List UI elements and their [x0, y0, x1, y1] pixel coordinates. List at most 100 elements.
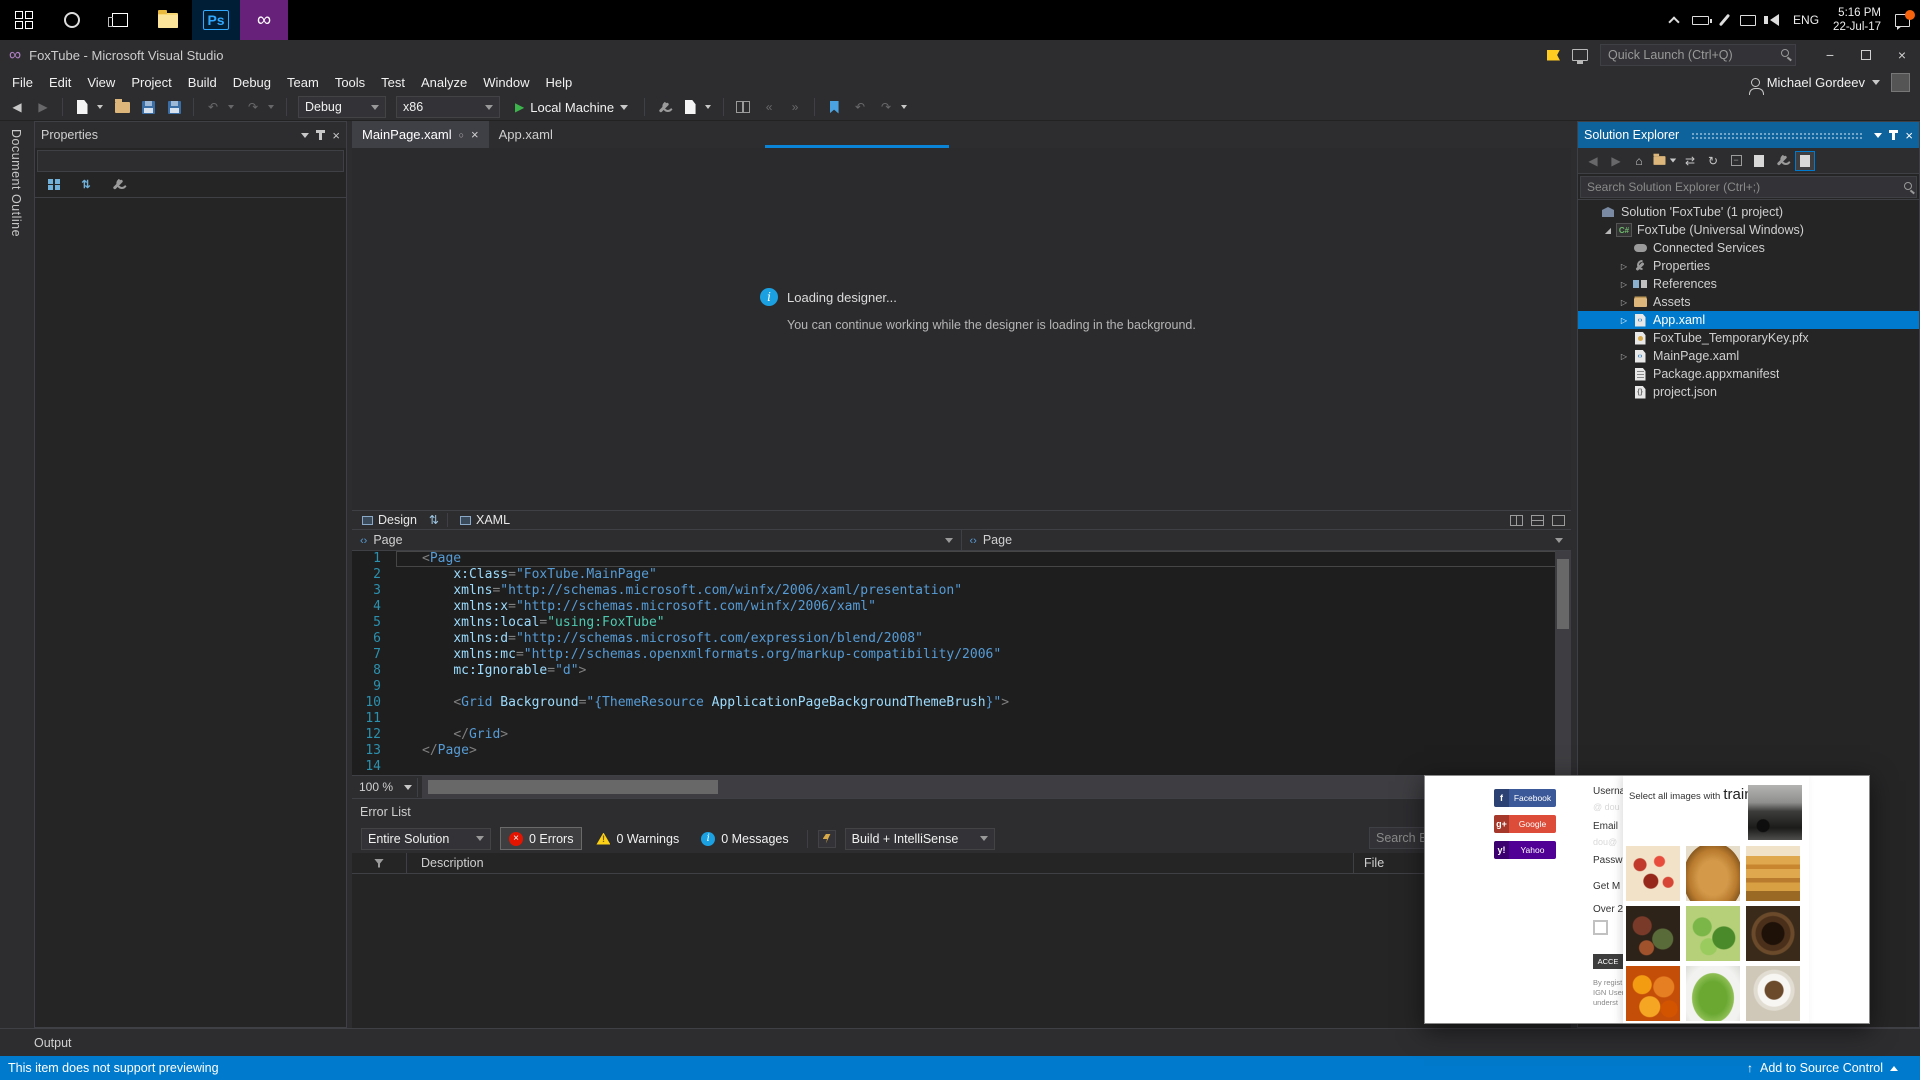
object-selector-dropdown[interactable] [37, 150, 344, 172]
tree-item-mainpage-xaml[interactable]: ▷ MainPage.xaml [1578, 347, 1919, 365]
menu-help[interactable]: Help [538, 72, 581, 93]
new-file-icon[interactable] [71, 96, 93, 118]
pin-icon[interactable] [316, 130, 326, 140]
package-manager-icon[interactable] [653, 96, 675, 118]
home-icon[interactable]: ⌂ [1629, 151, 1649, 171]
close-icon[interactable]: × [1905, 128, 1913, 143]
captcha-image-coffee-mug[interactable] [1746, 906, 1800, 961]
breadcrumb-left[interactable]: Page [352, 530, 962, 550]
configuration-dropdown[interactable]: Debug [298, 96, 386, 118]
editor-vertical-scrollbar[interactable] [1555, 551, 1571, 775]
add-item-dropdown-icon[interactable] [705, 96, 715, 118]
menu-edit[interactable]: Edit [41, 72, 79, 93]
warnings-filter-button[interactable]: ! 0 Warnings [588, 827, 687, 850]
vertical-split-icon[interactable] [1510, 514, 1523, 526]
previous-bookmark-icon[interactable]: ↶ [849, 96, 871, 118]
alphabetical-icon[interactable]: ⇅ [75, 174, 97, 196]
properties-window-icon[interactable] [1772, 151, 1792, 171]
task-view-button[interactable] [96, 0, 144, 40]
error-scope-dropdown[interactable]: Entire Solution [361, 827, 491, 850]
menu-analyze[interactable]: Analyze [413, 72, 475, 93]
swap-panes-icon[interactable]: ⇅ [429, 513, 439, 527]
login-button-facebook[interactable]: f Facebook [1494, 789, 1556, 807]
menu-team[interactable]: Team [279, 72, 327, 93]
tree-item-assets[interactable]: ▷ Assets [1578, 293, 1919, 311]
expander-icon[interactable]: ▷ [1616, 262, 1632, 271]
captcha-image-tart[interactable] [1626, 846, 1680, 901]
close-button[interactable]: × [1884, 40, 1920, 70]
zoom-dropdown[interactable]: 100 % [354, 777, 418, 797]
horizontal-split-icon[interactable] [1531, 514, 1544, 526]
redo-dropdown-icon[interactable] [268, 96, 278, 118]
expander-icon[interactable]: ▷ [1616, 280, 1632, 289]
menu-build[interactable]: Build [180, 72, 225, 93]
pen-icon[interactable] [1718, 13, 1731, 27]
scope-view-icon[interactable] [1652, 151, 1677, 171]
tree-item-connected-services[interactable]: Connected Services [1578, 239, 1919, 257]
add-item-icon[interactable] [679, 96, 701, 118]
login-button-google[interactable]: g+ Google [1494, 815, 1556, 833]
error-list-header[interactable]: Error List [352, 799, 1571, 824]
window-position-icon[interactable] [301, 132, 310, 138]
doc-tab-mainpage-xaml[interactable]: MainPage.xaml ○ × [352, 121, 489, 148]
visual-studio-button[interactable]: ∞ [240, 0, 288, 40]
caret-down-icon[interactable] [1555, 537, 1563, 543]
solution-explorer-search-input[interactable] [1580, 176, 1917, 198]
toolbar-overflow-icon[interactable] [901, 96, 911, 118]
design-view-tab[interactable]: Design [358, 513, 421, 527]
photoshop-button[interactable]: Ps [192, 0, 240, 40]
signed-in-user[interactable]: Michael Gordeev [1767, 75, 1865, 90]
menu-debug[interactable]: Debug [225, 72, 279, 93]
tree-item-foxtube-universal-windows[interactable]: ◢ FoxTube (Universal Windows) [1578, 221, 1919, 239]
split-columns-icon[interactable] [732, 96, 754, 118]
platform-dropdown[interactable]: x86 [396, 96, 500, 118]
tree-item-references[interactable]: ▷ References [1578, 275, 1919, 293]
avatar[interactable] [1891, 72, 1910, 92]
breadcrumb-right[interactable]: Page [962, 530, 1572, 550]
scrollbar-thumb[interactable] [1557, 559, 1569, 629]
navigate-back-icon[interactable]: ◀ [6, 96, 28, 118]
notifications-flag-icon[interactable] [1547, 49, 1560, 61]
save-all-icon[interactable] [163, 96, 185, 118]
send-feedback-icon[interactable] [1572, 49, 1588, 64]
captcha-image-coffee-cup[interactable] [1746, 966, 1800, 1021]
error-source-dropdown[interactable]: Build + IntelliSense [844, 827, 995, 850]
file-column-header[interactable]: File [1354, 856, 1384, 870]
browser-preview-window[interactable]: f Facebook g+ Google y! Yahoo ACCE Userna @ do… [1424, 775, 1870, 1024]
editor-horizontal-scrollbar[interactable] [422, 776, 1571, 798]
tree-item-project-json[interactable]: project.json [1578, 383, 1919, 401]
tray-expand-icon[interactable] [1668, 16, 1680, 28]
captcha-image-salad[interactable] [1686, 966, 1740, 1021]
tree-item-package-appxmanifest[interactable]: Package.appxmanifest [1578, 365, 1919, 383]
caret-down-icon[interactable] [1872, 79, 1880, 85]
quick-launch-input[interactable] [1600, 44, 1796, 66]
show-all-files-icon[interactable] [1749, 151, 1769, 171]
action-center-icon[interactable] [1895, 9, 1915, 30]
tree-item-foxtube-temporarykey-pfx[interactable]: FoxTube_TemporaryKey.pfx [1578, 329, 1919, 347]
cortana-button[interactable] [48, 0, 96, 40]
doc-tab-app-xaml[interactable]: App.xaml [489, 121, 563, 148]
accept-button[interactable]: ACCE [1593, 954, 1623, 969]
redo-icon[interactable]: ↷ [242, 96, 264, 118]
description-column-header[interactable]: Description [407, 853, 1354, 873]
menu-window[interactable]: Window [475, 72, 537, 93]
tree-item-solution-foxtube-1-project[interactable]: Solution 'FoxTube' (1 project) [1578, 203, 1919, 221]
errors-filter-button[interactable]: × 0 Errors [500, 827, 583, 850]
xaml-view-tab[interactable]: XAML [456, 513, 514, 527]
tree-item-properties[interactable]: ▷ Properties [1578, 257, 1919, 275]
display-icon[interactable] [1740, 14, 1757, 26]
xaml-code-editor[interactable]: 1 <Page 2 x:Class="FoxTube.MainPage" 3 xmln… [352, 551, 1571, 775]
expander-icon[interactable]: ◢ [1600, 226, 1616, 235]
volume-icon[interactable] [1764, 14, 1780, 26]
save-icon[interactable] [137, 96, 159, 118]
minimize-button[interactable]: − [1812, 40, 1848, 70]
captcha-image-oranges[interactable] [1626, 966, 1680, 1021]
indent-icon[interactable]: » [784, 96, 806, 118]
refresh-icon[interactable]: ↻ [1703, 151, 1723, 171]
menu-test[interactable]: Test [373, 72, 413, 93]
se-back-icon[interactable]: ◀ [1583, 151, 1603, 171]
caret-down-icon[interactable] [944, 537, 953, 543]
file-explorer-button[interactable] [144, 0, 192, 40]
document-outline-tab[interactable]: Document Outline [9, 129, 23, 237]
scrollbar-thumb[interactable] [428, 780, 718, 794]
